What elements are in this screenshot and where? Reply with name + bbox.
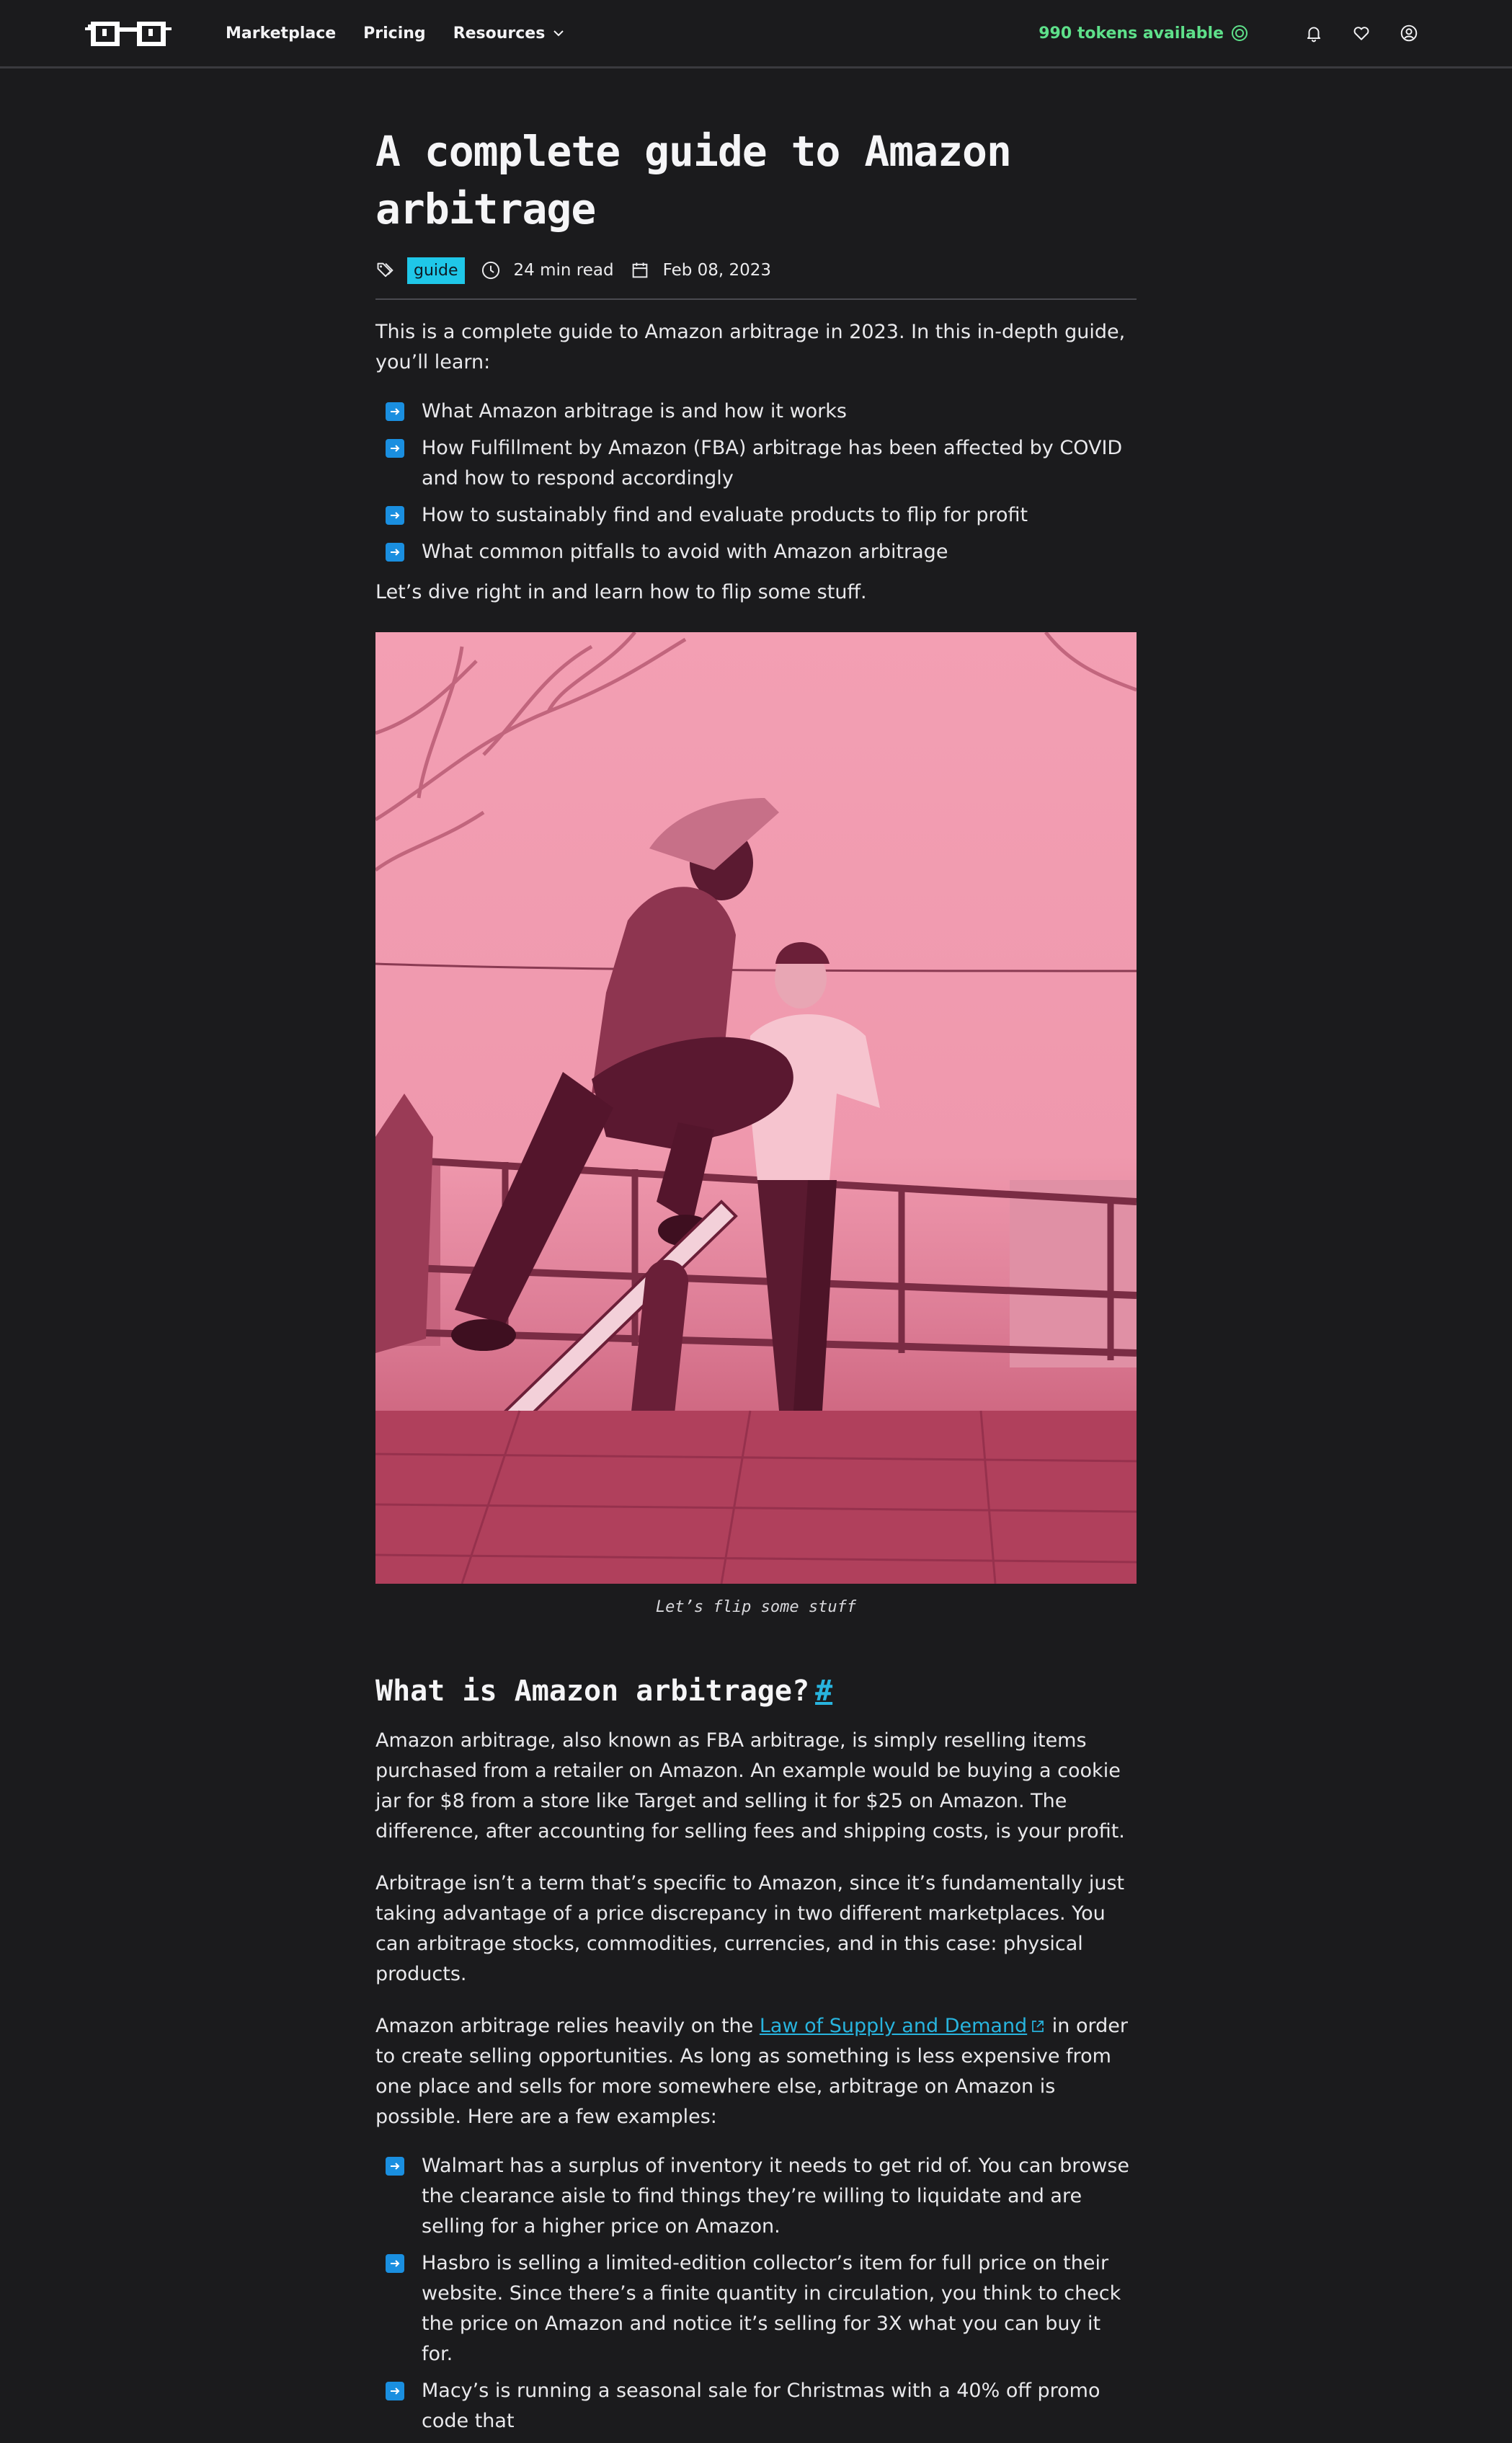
list-item-text: How to sustainably find and evaluate pro… — [422, 504, 1028, 526]
skateboarder-hero-image — [375, 632, 1137, 1584]
list-item: How to sustainably find and evaluate pro… — [386, 500, 1137, 531]
bell-icon[interactable] — [1303, 22, 1325, 44]
list-item-text: What Amazon arbitrage is and how it work… — [422, 400, 847, 422]
nav-resources-label: Resources — [453, 24, 546, 43]
category-tag[interactable]: guide — [407, 257, 465, 284]
list-item: What common pitfalls to avoid with Amazo… — [386, 537, 1137, 567]
section-anchor-link[interactable]: # — [815, 1675, 832, 1708]
read-time: 24 min read — [513, 261, 614, 280]
article-meta: guide 24 min read Feb 08, 2023 — [375, 255, 1137, 285]
supply-demand-link[interactable]: Law of Supply and Demand — [760, 2015, 1027, 2037]
arrow-right-icon — [386, 506, 404, 525]
list-item: What Amazon arbitrage is and how it work… — [386, 396, 1137, 427]
list-item: Walmart has a surplus of inventory it ne… — [386, 2151, 1137, 2242]
arrow-right-icon — [386, 2254, 404, 2273]
paragraph-arbitrage-term: Arbitrage isn’t a term that’s specific t… — [375, 1872, 1125, 1985]
coin-icon — [1232, 25, 1248, 41]
nav-marketplace[interactable]: Marketplace — [226, 25, 336, 43]
image-caption: Let’s flip some stuff — [655, 1598, 857, 1616]
paragraph-what-is: Amazon arbitrage, also known as FBA arbi… — [375, 1729, 1125, 1843]
user-circle-icon[interactable] — [1398, 22, 1420, 44]
arrow-right-icon — [386, 543, 404, 562]
list-item-text: Macy’s is running a seasonal sale for Ch… — [422, 2380, 1100, 2432]
examples-list: Walmart has a surplus of inventory it ne… — [375, 2151, 1137, 2437]
list-item: Hasbro is selling a limited-edition coll… — [386, 2248, 1137, 2369]
tokens-balance[interactable]: 990 tokens available — [1039, 25, 1248, 43]
tokens-label: 990 tokens available — [1039, 24, 1224, 43]
arrow-right-icon — [386, 2157, 404, 2176]
publish-date: Feb 08, 2023 — [662, 261, 772, 280]
page-title: A complete guide to Amazon arbitrage — [375, 127, 1012, 234]
meta-divider — [375, 298, 1137, 300]
dive-in-paragraph: Let’s dive right in and learn how to fli… — [375, 581, 867, 603]
arrow-right-icon — [386, 402, 404, 421]
list-item-text: What common pitfalls to avoid with Amazo… — [422, 541, 948, 563]
nav-links: Marketplace Pricing Resources — [226, 0, 565, 66]
list-item: Macy’s is running a seasonal sale for Ch… — [386, 2376, 1137, 2437]
external-link-icon — [1032, 2021, 1044, 2032]
list-item-text: How Fulfillment by Amazon (FBA) arbitrag… — [422, 437, 1123, 489]
top-nav: Marketplace Pricing Resources 990 tokens… — [0, 0, 1512, 68]
nav-right: 990 tokens available — [1039, 0, 1420, 66]
nav-resources[interactable]: Resources — [453, 25, 566, 43]
calendar-icon — [630, 260, 650, 280]
clock-icon — [481, 260, 501, 280]
nav-pricing[interactable]: Pricing — [363, 25, 426, 43]
learn-list: What Amazon arbitrage is and how it work… — [375, 396, 1137, 567]
list-item: How Fulfillment by Amazon (FBA) arbitrag… — [386, 433, 1137, 494]
chevron-down-icon — [553, 30, 564, 37]
arrow-right-icon — [386, 2382, 404, 2400]
section-heading-text: What is Amazon arbitrage? — [375, 1675, 810, 1708]
arrow-right-icon — [386, 439, 404, 458]
para3-start: Amazon arbitrage relies heavily on the — [375, 2015, 760, 2037]
list-item-text: Hasbro is selling a limited-edition coll… — [422, 2252, 1121, 2365]
list-item-text: Walmart has a surplus of inventory it ne… — [422, 2155, 1130, 2238]
intro-paragraph: This is a complete guide to Amazon arbit… — [375, 321, 1126, 373]
glasses-logo-icon[interactable] — [85, 16, 172, 52]
article: A complete guide to Amazon arbitrage gui… — [375, 123, 1137, 2443]
paragraph-supply-demand: Amazon arbitrage relies heavily on the L… — [375, 2011, 1137, 2132]
section-heading: What is Amazon arbitrage? # — [375, 1671, 1137, 1711]
tag-icon — [375, 260, 396, 280]
heart-icon[interactable] — [1351, 22, 1372, 44]
